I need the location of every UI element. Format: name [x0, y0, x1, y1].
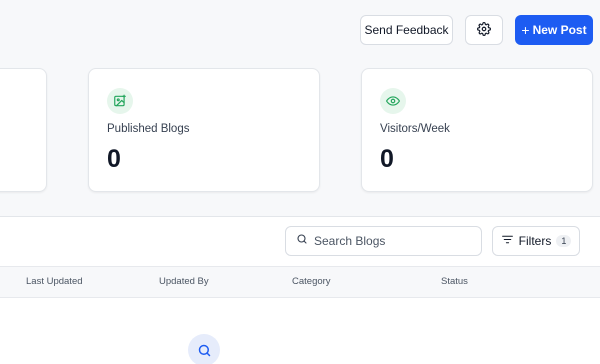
- plus-icon: +: [521, 22, 530, 38]
- column-header-status[interactable]: Status: [441, 276, 468, 287]
- stat-card-published-blogs: Published Blogs 0: [88, 68, 320, 192]
- filters-count-badge: 1: [556, 235, 572, 247]
- search-box[interactable]: [285, 226, 482, 256]
- search-input[interactable]: [314, 234, 474, 248]
- column-header-category[interactable]: Category: [292, 276, 331, 287]
- filter-icon: [501, 233, 514, 249]
- eye-icon: [380, 88, 406, 114]
- stat-value: 0: [107, 145, 121, 173]
- gear-icon: [477, 21, 491, 39]
- new-post-button[interactable]: + New Post: [515, 15, 593, 45]
- stat-value: 0: [380, 145, 394, 173]
- filters-button[interactable]: Filters 1: [492, 226, 580, 256]
- new-post-label: New Post: [532, 23, 587, 37]
- empty-state-search-icon: [188, 334, 220, 364]
- stat-card-visitors-week: Visitors/Week 0: [361, 68, 593, 192]
- stat-label: Visitors/Week: [380, 123, 450, 135]
- stat-label: Published Blogs: [107, 123, 190, 135]
- search-icon: [296, 232, 308, 250]
- column-header-last-updated[interactable]: Last Updated: [26, 276, 83, 287]
- send-feedback-button[interactable]: Send Feedback: [360, 15, 453, 45]
- column-header-updated-by[interactable]: Updated By: [159, 276, 209, 287]
- image-icon: [107, 88, 133, 114]
- settings-button[interactable]: [465, 15, 503, 45]
- filters-label: Filters: [518, 234, 552, 248]
- stat-card-partial: [0, 68, 47, 192]
- send-feedback-label: Send Feedback: [364, 23, 449, 37]
